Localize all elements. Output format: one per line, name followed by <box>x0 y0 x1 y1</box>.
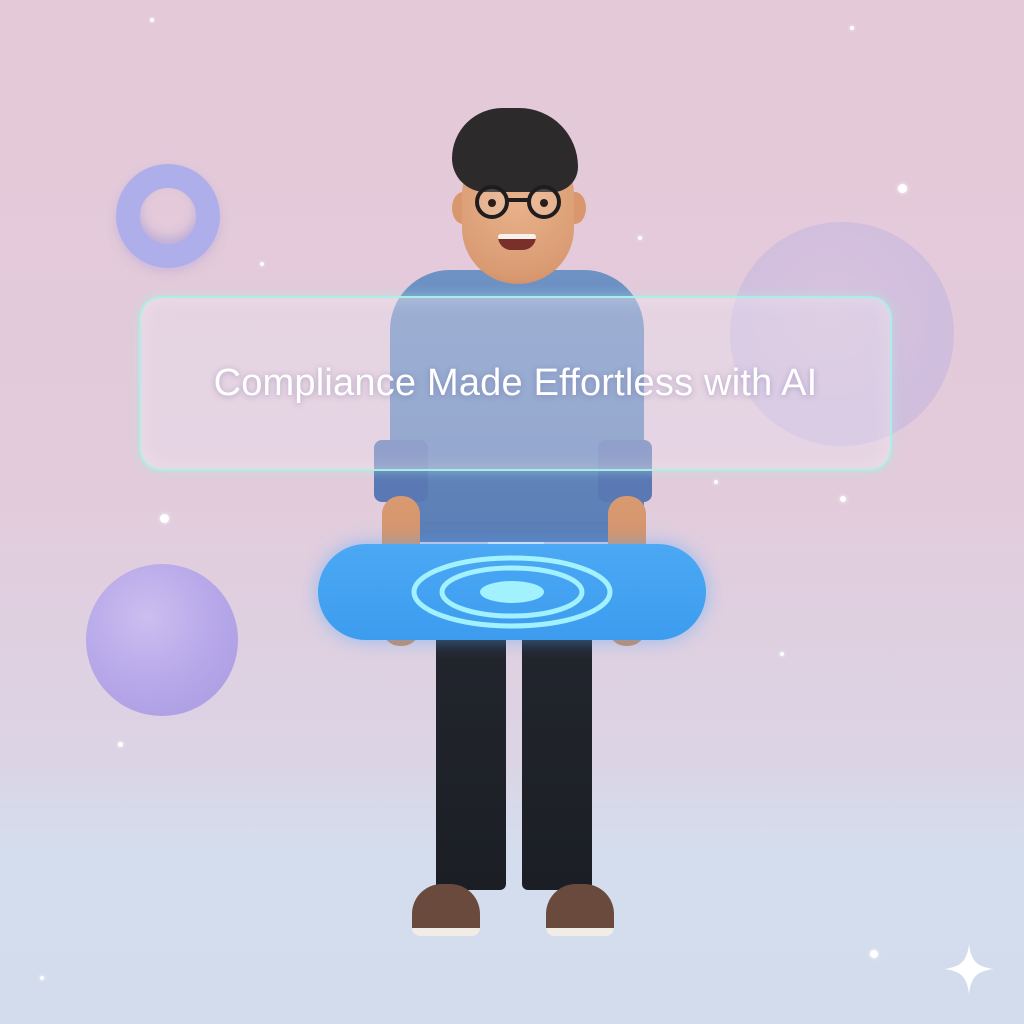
sparkle-dot <box>40 976 44 980</box>
character-smile <box>498 234 536 250</box>
character-illustration <box>360 100 670 950</box>
sparkle-dot <box>714 480 718 484</box>
character-leg-right <box>522 620 592 890</box>
scene: Compliance Made Effortless with AI <box>0 0 1024 1024</box>
character-leg-left <box>436 620 506 890</box>
sparkle-dot <box>850 26 854 30</box>
sparkle-dot <box>870 950 878 958</box>
sparkle-dot <box>150 18 154 22</box>
sound-wave-rings-icon <box>411 555 613 629</box>
sparkle-dot <box>260 262 264 266</box>
sparkle-dot <box>840 496 846 502</box>
character-shoe-left <box>412 884 480 936</box>
character-shoe-right <box>546 884 614 936</box>
decorative-sphere-left <box>86 564 238 716</box>
sparkle-star-icon <box>944 944 994 994</box>
glasses-icon <box>475 185 561 219</box>
character-hair <box>452 108 578 192</box>
headline-panel: Compliance Made Effortless with AI <box>139 296 892 471</box>
sparkle-dot <box>780 652 784 656</box>
voice-assistant-button[interactable] <box>318 544 706 640</box>
sparkle-dot <box>160 514 169 523</box>
decorative-ring <box>116 164 220 268</box>
sparkle-dot <box>898 184 907 193</box>
headline-text: Compliance Made Effortless with AI <box>213 362 818 404</box>
sparkle-dot <box>118 742 123 747</box>
